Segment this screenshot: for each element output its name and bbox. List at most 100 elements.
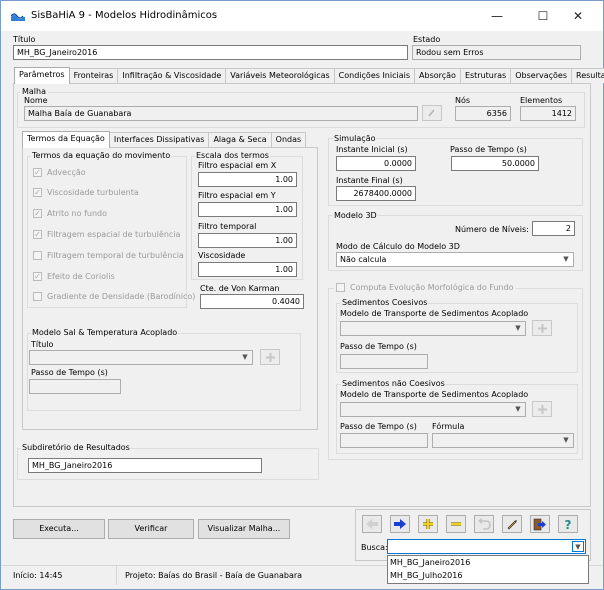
coesivos-modelo-combo[interactable]: ▼ — [340, 321, 526, 336]
instante-final-label: Instante Final (s) — [336, 176, 403, 185]
subtab-interfaces-dissipativas[interactable]: Interfaces Dissipativas — [108, 132, 210, 147]
formula-combo[interactable]: ▼ — [432, 433, 574, 448]
tab-estruturas[interactable]: Estruturas — [459, 68, 512, 83]
karman-input[interactable]: 0.4040 — [200, 294, 304, 309]
subtab-alaga-seca[interactable]: Alaga & Seca — [208, 132, 272, 147]
chevron-down-icon: ▼ — [515, 324, 521, 332]
filtro-temporal-input[interactable]: 1.00 — [198, 233, 297, 248]
sal-passo-input[interactable] — [29, 379, 121, 394]
sal-group-label: Modelo Sal & Temperatura Acoplado — [31, 328, 179, 337]
malha-edit-button[interactable] — [422, 105, 442, 121]
undo-button[interactable] — [474, 515, 494, 533]
executa-button[interactable]: Executa... — [13, 519, 105, 539]
subtab-termos-equacao[interactable]: Termos da Equação — [22, 131, 110, 148]
pencil-icon — [507, 520, 517, 530]
sal-add-button[interactable] — [260, 349, 280, 365]
nao-coesivos-modelo-combo[interactable]: ▼ — [340, 402, 526, 417]
tab-infiltracao[interactable]: Infiltração & Viscosidade — [117, 68, 227, 83]
checkbox-box — [336, 283, 345, 292]
termos-panel: Termos da equação do movimento ✓ Advecção… — [22, 147, 318, 430]
subdir-input[interactable]: MH_BG_Janeiro2016 — [28, 458, 262, 473]
help-button[interactable]: ? — [558, 515, 578, 533]
undo-icon — [478, 518, 491, 530]
maximize-button[interactable]: ☐ — [529, 7, 557, 25]
tab-observacoes[interactable]: Observações — [510, 68, 573, 83]
filtragem-espacial-checkbox[interactable]: ✓ Filtragem espacial de turbulência — [33, 230, 180, 239]
instante-inicial-input[interactable]: 0.0000 — [336, 156, 416, 171]
morfo-checkbox[interactable]: Computa Evolução Morfológica do Fundo — [334, 283, 516, 292]
sal-titulo-combo[interactable]: ▼ — [29, 350, 253, 365]
filtro-y-input[interactable]: 1.00 — [198, 202, 297, 217]
nao-coesivos-add-button[interactable] — [532, 401, 552, 417]
checkbox-box — [33, 292, 42, 301]
atrito-fundo-checkbox[interactable]: ✓ Atrito no fundo — [33, 209, 107, 218]
filtro-y-label: Filtro espacial em Y — [198, 191, 276, 200]
tab-parametros[interactable]: Parâmetros — [14, 67, 70, 84]
subtab-ondas[interactable]: Ondas — [270, 132, 307, 147]
coriolis-checkbox[interactable]: ✓ Efeito de Coriolis — [33, 272, 115, 281]
minimize-button[interactable]: — — [483, 7, 511, 25]
verificar-button[interactable]: Verificar — [108, 519, 194, 539]
window-title: SisBaHiA 9 - Modelos Hidrodinâmicos — [31, 10, 218, 21]
exit-button[interactable] — [530, 515, 550, 533]
visualizar-malha-button[interactable]: Visualizar Malha... — [198, 519, 290, 539]
close-button[interactable]: ✕ — [564, 7, 592, 25]
minus-icon — [451, 522, 461, 526]
modelo3d-group-label: Modelo 3D — [333, 211, 378, 220]
viscosidade-input[interactable]: 1.00 — [198, 262, 297, 277]
busca-option[interactable]: MH_BG_Julho2016 — [388, 569, 588, 582]
modo-calculo-select[interactable]: Não calcula ▼ — [336, 252, 574, 267]
advecao-checkbox[interactable]: ✓ Advecção — [33, 168, 86, 177]
filtro-x-input[interactable]: 1.00 — [198, 172, 297, 187]
status-projeto: Projeto: Baías do Brasil - Baía de Guana… — [125, 571, 303, 580]
busca-dropdown-list: MH_BG_Janeiro2016 MH_BG_Julho2016 — [387, 555, 589, 584]
chevron-down-icon: ▼ — [242, 353, 248, 361]
coesivos-passo-input[interactable] — [340, 354, 428, 369]
chevron-down-icon: ▼ — [563, 436, 569, 444]
edit-button[interactable] — [502, 515, 522, 533]
busca-option[interactable]: MH_BG_Janeiro2016 — [388, 556, 588, 569]
karman-label: Cte. de Von Karman — [200, 284, 280, 293]
tab-condicoes-iniciais[interactable]: Condições Iniciais — [333, 68, 416, 83]
chevron-down-icon[interactable]: ▼ — [572, 541, 584, 552]
niveis-label: Número de Níveis: — [455, 225, 529, 234]
next-button[interactable] — [390, 515, 410, 533]
viscosidade-turbulenta-checkbox[interactable]: ✓ Viscosidade turbulenta — [33, 188, 139, 197]
gradiente-densidade-checkbox[interactable]: Gradiente de Densidade (Barodínico) — [33, 292, 195, 301]
checkbox-box: ✓ — [33, 209, 42, 218]
add-button[interactable] — [418, 515, 438, 533]
elementos-field: 1412 — [520, 106, 576, 121]
filtragem-temporal-checkbox[interactable]: Filtragem temporal de turbulência — [33, 251, 184, 260]
parametros-panel: Malha Nome Malha Baía de Guanabara Nós 6… — [13, 83, 591, 507]
checkbox-box: ✓ — [33, 272, 42, 281]
exit-door-icon — [533, 518, 546, 530]
filtro-x-label: Filtro espacial em X — [198, 161, 277, 170]
elementos-label: Elementos — [520, 96, 563, 105]
coesivos-group-label: Sedimentos Coesivos — [341, 298, 429, 307]
remove-button[interactable] — [446, 515, 466, 533]
tab-absorcao[interactable]: Absorção — [414, 68, 461, 83]
tab-variaveis-meteorologicas[interactable]: Variáveis Meteorológicas — [225, 68, 335, 83]
nao-coesivos-passo-input[interactable] — [340, 433, 428, 448]
title-bar: SisBaHiA 9 - Modelos Hidrodinâmicos — ☐ … — [1, 1, 603, 31]
subdir-group-label: Subdiretório de Resultados — [21, 443, 131, 452]
titulo-input[interactable]: MH_BG_Janeiro2016 — [13, 45, 408, 60]
malha-nome-label: Nome — [24, 96, 48, 105]
modo-calculo-label: Modo de Cálculo do Modelo 3D — [336, 242, 460, 251]
passo-tempo-input[interactable]: 50.0000 — [451, 156, 539, 171]
svg-text:?: ? — [565, 518, 572, 530]
checkbox-box: ✓ — [33, 188, 42, 197]
previous-button[interactable] — [362, 515, 382, 533]
tab-resultados[interactable]: Resultados — [571, 68, 604, 83]
termos-group-label: Termos da equação do movimento — [31, 151, 172, 160]
coesivos-add-button[interactable] — [532, 320, 552, 336]
sal-titulo-label: Título — [31, 340, 54, 349]
plus-icon — [537, 323, 547, 333]
malha-nome-field: Malha Baía de Guanabara — [24, 106, 418, 121]
busca-combo[interactable]: ▼ — [387, 539, 586, 554]
niveis-input[interactable]: 2 — [532, 221, 575, 236]
plus-icon — [265, 352, 275, 362]
tab-fronteiras[interactable]: Fronteiras — [68, 68, 119, 83]
instante-final-input[interactable]: 2678400.0000 — [336, 186, 416, 201]
nos-field: 6356 — [455, 106, 511, 121]
